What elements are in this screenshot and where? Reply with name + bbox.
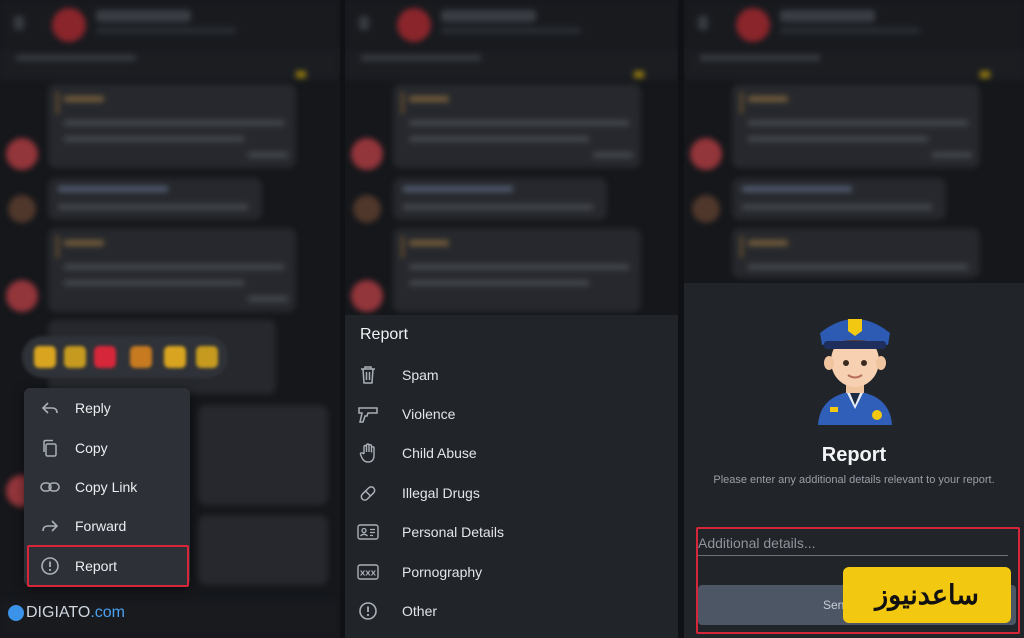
hand-icon (357, 442, 379, 464)
report-reasons-sheet: Report Spam Violence Child Abuse Illegal… (345, 315, 678, 638)
menu-item-reply[interactable]: Reply (24, 388, 190, 427)
option-label: Violence (402, 406, 456, 422)
option-label: Pornography (402, 564, 483, 580)
copy-icon (40, 438, 60, 458)
logo-icon (8, 605, 24, 621)
highlight-box (27, 545, 189, 587)
chat-panel-report-dialog: Report Please enter any additional detai… (684, 0, 1024, 638)
option-label: Child Abuse (402, 445, 477, 461)
chat-panel-context-menu: Reply Copy Copy Link Forward Report DIGI… (0, 0, 340, 638)
report-option-pornography[interactable]: XXX Pornography (345, 553, 678, 591)
reply-icon (40, 398, 60, 418)
report-option-violence[interactable]: Violence (345, 395, 678, 433)
forward-icon (40, 516, 60, 536)
chat-panel-report-reasons: Report Spam Violence Child Abuse Illegal… (345, 0, 678, 638)
dialog-description: Please enter any additional details rele… (713, 474, 995, 486)
info-icon (357, 600, 379, 622)
report-option-child-abuse[interactable]: Child Abuse (345, 434, 678, 472)
svg-text:XXX: XXX (360, 570, 377, 578)
menu-item-label: Forward (75, 517, 127, 534)
watermark-digiato: DIGIATO .com (8, 604, 125, 622)
message-context-menu: Reply Copy Copy Link Forward Report (24, 388, 190, 587)
option-label: Personal Details (402, 524, 504, 540)
report-option-spam[interactable]: Spam (345, 356, 678, 394)
watermark-saednews: ساعدنیوز (843, 567, 1011, 623)
menu-item-label: Copy Link (75, 478, 138, 495)
police-officer-icon (818, 319, 892, 425)
option-label: Illegal Drugs (402, 485, 480, 501)
menu-item-label: Reply (75, 399, 111, 416)
report-option-personal-details[interactable]: Personal Details (345, 513, 678, 551)
id-card-icon (357, 521, 379, 543)
gun-icon (357, 403, 379, 425)
menu-item-copy-link[interactable]: Copy Link (24, 467, 190, 506)
dialog-title: Report (821, 444, 887, 466)
xxx-icon: XXX (357, 561, 379, 583)
option-label: Spam (402, 367, 439, 383)
option-label: Other (402, 603, 438, 619)
reaction-bar[interactable] (22, 336, 228, 378)
report-option-other[interactable]: Other (345, 592, 678, 630)
menu-item-label: Copy (75, 439, 108, 456)
menu-item-forward[interactable]: Forward (24, 506, 190, 545)
link-icon (40, 477, 60, 497)
pill-icon (357, 482, 379, 504)
menu-item-copy[interactable]: Copy (24, 428, 190, 467)
report-option-illegal-drugs[interactable]: Illegal Drugs (345, 474, 678, 512)
sheet-title: Report (360, 326, 409, 343)
trash-icon (357, 364, 379, 386)
